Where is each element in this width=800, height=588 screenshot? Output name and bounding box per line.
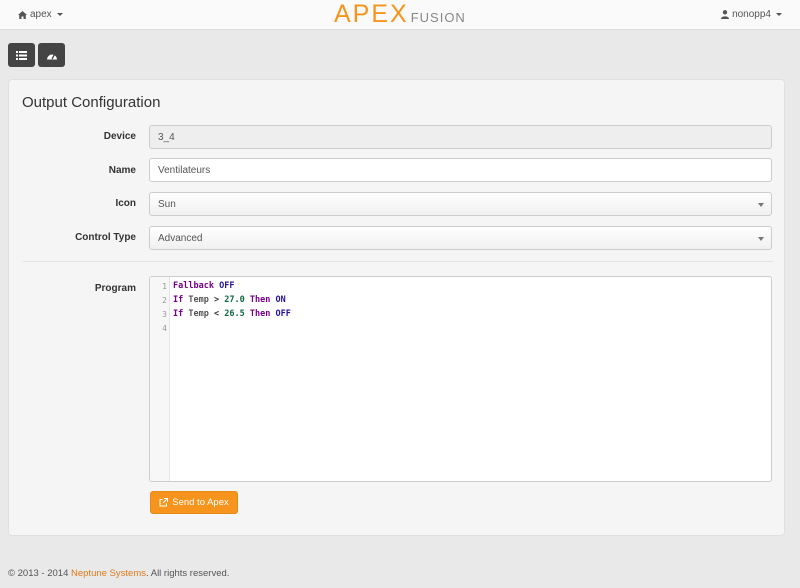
control-type-value: Advanced: [158, 232, 203, 244]
logo-main-text: APEX: [334, 0, 409, 28]
logo-sub-text: FUSION: [410, 10, 466, 25]
code-token: OFF: [275, 309, 291, 319]
code-token: 26.5: [224, 309, 245, 319]
control-type-label: Control Type: [75, 232, 136, 243]
code-line: Fallback OFF: [173, 281, 234, 291]
code-token: OFF: [219, 281, 235, 291]
control-type-select[interactable]: Advanced: [149, 226, 772, 250]
neptune-systems-link[interactable]: Neptune Systems: [71, 568, 146, 579]
chevron-down-icon: [758, 203, 764, 207]
home-menu-label: apex: [30, 9, 52, 20]
chevron-down-icon: [758, 237, 764, 241]
apex-fusion-logo: APEX FUSION: [334, 0, 466, 28]
list-icon: [16, 50, 27, 60]
chevron-down-icon: [776, 13, 782, 16]
line-number: 2: [162, 296, 167, 305]
footer-rights: . All rights reserved.: [145, 568, 230, 579]
code-token: Then: [249, 295, 271, 305]
line-number: 1: [162, 282, 167, 291]
footer: © 2013 - 2014 Neptune Systems. All right…: [8, 568, 229, 579]
code-token: Fallback: [173, 281, 214, 291]
code-token: Temp: [188, 309, 209, 319]
icon-select-value: Sun: [158, 198, 176, 210]
line-number-gutter: 1 2 3 4: [150, 277, 170, 481]
code-token: ON: [275, 295, 286, 305]
home-menu[interactable]: apex: [18, 9, 63, 20]
top-navbar: apex APEX FUSION nonopp4: [0, 0, 800, 30]
user-menu[interactable]: nonopp4: [721, 9, 782, 20]
line-number: 3: [162, 310, 167, 319]
dashboard-view-button[interactable]: [38, 43, 65, 67]
code-token: If: [173, 309, 184, 319]
program-editor[interactable]: 1 2 3 4 Fallback OFF If Temp > 27.0 Then…: [149, 276, 772, 482]
code-token: 27.0: [224, 295, 245, 305]
device-field: 3_4: [149, 125, 772, 149]
send-to-apex-label: Send to Apex: [172, 497, 229, 508]
line-number: 4: [162, 324, 167, 333]
footer-copyright: © 2013 - 2014: [8, 568, 71, 579]
output-configuration-panel: Output Configuration Device 3_4 Name Ven…: [8, 79, 785, 536]
list-view-button[interactable]: [8, 43, 35, 67]
device-value: 3_4: [158, 131, 175, 143]
name-label: Name: [108, 165, 136, 176]
code-token: If: [173, 295, 184, 305]
name-input[interactable]: Ventilateurs: [149, 158, 772, 182]
send-to-apex-button[interactable]: Send to Apex: [150, 491, 238, 514]
home-icon: [18, 10, 27, 19]
dashboard-icon: [46, 53, 57, 59]
code-line: If Temp > 27.0 Then ON: [173, 295, 286, 305]
user-menu-label: nonopp4: [732, 9, 771, 20]
device-label: Device: [103, 131, 136, 142]
code-token: Then: [249, 309, 271, 319]
name-value: Ventilateurs: [158, 164, 211, 176]
chevron-down-icon: [56, 13, 63, 16]
code-token: Temp: [188, 295, 209, 305]
panel-title: Output Configuration: [22, 94, 161, 111]
program-label: Program: [94, 283, 136, 294]
form-divider: [23, 261, 773, 262]
user-icon: [721, 10, 730, 19]
code-line: If Temp < 26.5 Then OFF: [173, 309, 291, 319]
icon-label: Icon: [115, 198, 136, 209]
external-link-icon: [159, 498, 169, 507]
icon-select[interactable]: Sun: [149, 192, 772, 216]
